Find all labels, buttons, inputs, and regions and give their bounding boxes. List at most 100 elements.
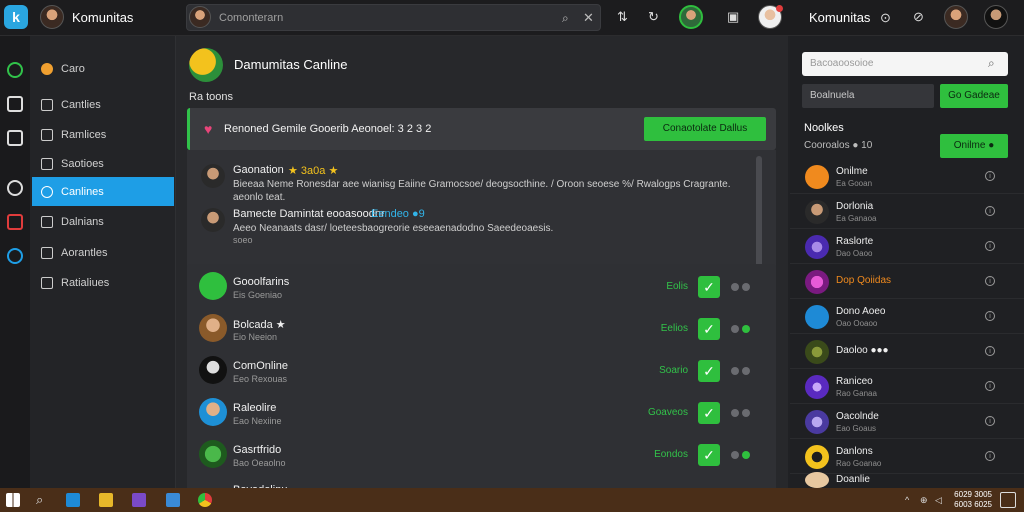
post-tag[interactable]: Eendeo ●9	[371, 208, 425, 220]
right-search-bar[interactable]: Bacoaoosoioe ⌕	[802, 52, 1008, 76]
avatar	[805, 235, 829, 259]
avatar[interactable]	[199, 356, 227, 384]
search-icon[interactable]: ⌕	[36, 492, 43, 508]
friend-avatar-2[interactable]	[984, 5, 1008, 29]
nav-item-icon	[41, 62, 53, 75]
user-avatar[interactable]	[40, 5, 64, 29]
nav-item-caro[interactable]: Caro	[32, 54, 174, 83]
member-sub: Eis Goeniao	[233, 290, 283, 300]
info-icon[interactable]: i	[985, 171, 995, 181]
nav-item-saotioes[interactable]: Saotioes	[32, 149, 174, 178]
folder-icon[interactable]	[99, 493, 113, 507]
list-item[interactable]: Raniceo Rao Ganaa i	[790, 370, 1024, 404]
app-icon-2[interactable]	[166, 493, 180, 507]
profile-avatar-green[interactable]	[679, 5, 703, 29]
toggle[interactable]	[731, 324, 755, 334]
list-item[interactable]: Dono Aoeo Oao Ooaoo i	[790, 300, 1024, 334]
go-button[interactable]: Go Gadeae	[940, 84, 1008, 108]
avatar[interactable]	[199, 398, 227, 426]
right-filter-input[interactable]: Boalnuela	[802, 84, 934, 108]
windows-start-icon[interactable]	[6, 493, 20, 507]
friend-avatar-1[interactable]	[944, 5, 968, 29]
approve-checkbox[interactable]: ✓	[698, 402, 720, 424]
clock-icon[interactable]	[7, 180, 23, 196]
search-icon[interactable]: ⌕	[562, 11, 569, 26]
approve-checkbox[interactable]: ✓	[698, 444, 720, 466]
taskview-icon[interactable]	[66, 493, 80, 507]
chrome-icon[interactable]	[198, 493, 212, 507]
approve-checkbox[interactable]: ✓	[698, 276, 720, 298]
member-name[interactable]: Gooolfarins	[233, 276, 289, 288]
list-item[interactable]: Oacolnde Eao Goaus i	[790, 405, 1024, 439]
avatar[interactable]	[201, 164, 225, 188]
list-item-name: Danlons	[836, 446, 873, 457]
calendar-icon[interactable]	[7, 130, 23, 146]
app-title: Komunitas	[72, 10, 134, 25]
tray-chevron-icon[interactable]: ^	[905, 495, 909, 505]
approve-checkbox[interactable]: ✓	[698, 360, 720, 382]
close-icon[interactable]: ✕	[583, 10, 594, 26]
toggle[interactable]	[731, 282, 755, 292]
info-icon[interactable]: i	[985, 276, 995, 286]
avatar[interactable]	[201, 208, 225, 232]
sync-icon[interactable]: ↻	[648, 9, 659, 25]
notification-center-icon[interactable]	[1000, 492, 1016, 508]
notification-icon[interactable]: ⇅	[617, 9, 628, 25]
avatar[interactable]	[199, 272, 227, 300]
member-name[interactable]: Gasrtfrido	[233, 444, 281, 456]
online-button[interactable]: Onilme ●	[940, 134, 1008, 158]
list-item[interactable]: Onilme Ea Gooan i	[790, 160, 1024, 194]
list-item[interactable]: Dorlonia Ea Ganaoa i	[790, 195, 1024, 229]
app-logo-icon[interactable]: k	[4, 5, 28, 29]
mute-icon[interactable]: ⊘	[913, 9, 924, 25]
system-clock[interactable]: 6029 3005 6003 6025	[952, 490, 992, 510]
search-icon[interactable]: ⌕	[988, 56, 995, 71]
member-name[interactable]: Bolcada ★	[233, 318, 286, 331]
info-icon[interactable]: i	[985, 451, 995, 461]
nav-item-dalnians[interactable]: Dalnians	[32, 207, 174, 236]
search-bar[interactable]: Comonterarn ⌕ ✕	[186, 4, 601, 31]
list-item[interactable]: Danlons Rao Goanao i	[790, 440, 1024, 474]
info-icon[interactable]: i	[985, 381, 995, 391]
nav-item-aorantles[interactable]: Aorantles	[32, 238, 174, 267]
right-search-input[interactable]: Bacoaoosoioe	[810, 58, 873, 69]
network-icon[interactable]: ⊕	[920, 495, 928, 506]
member-name[interactable]: ComOnline	[233, 360, 288, 372]
info-icon[interactable]: i	[985, 311, 995, 321]
message-icon[interactable]: ▣	[727, 9, 739, 25]
nav-item-cantlies[interactable]: Cantlies	[32, 90, 174, 119]
heart-icon: ♥	[204, 121, 213, 137]
toggle[interactable]	[731, 450, 755, 460]
member-name[interactable]: Raleolire	[233, 402, 276, 414]
list-item[interactable]: Daoloo ●●● i	[790, 335, 1024, 369]
community-logo-icon	[189, 48, 223, 82]
toggle[interactable]	[731, 366, 755, 376]
list-item[interactable]: Doanlie	[790, 472, 1024, 488]
list-item[interactable]: Raslorte Dao Oaoo i	[790, 230, 1024, 264]
list-item[interactable]: Dop Qoiidas i	[790, 265, 1024, 299]
status-badge: Eelios	[660, 323, 688, 334]
post-author[interactable]: Gaonation	[233, 164, 284, 176]
avatar[interactable]	[199, 314, 227, 342]
info-icon[interactable]: i	[985, 416, 995, 426]
search-input[interactable]: Comonterarn	[219, 12, 283, 24]
banner-button[interactable]: Conaotolate Dallus	[644, 117, 766, 141]
globe-icon[interactable]	[7, 248, 23, 264]
home-icon[interactable]	[7, 62, 23, 78]
app-icon[interactable]	[132, 493, 146, 507]
icon-rail	[0, 36, 30, 488]
info-icon[interactable]: i	[985, 241, 995, 251]
toggle[interactable]	[731, 408, 755, 418]
right-title-icon: ⊙	[880, 10, 891, 25]
nav-item-ratialiues[interactable]: Ratialiues	[32, 268, 174, 297]
nav-item-ramlices[interactable]: Ramlices	[32, 120, 174, 149]
avatar[interactable]	[199, 440, 227, 468]
volume-icon[interactable]: ◁	[935, 495, 942, 506]
camera-icon[interactable]	[7, 96, 23, 112]
approve-checkbox[interactable]: ✓	[698, 318, 720, 340]
alert-icon[interactable]	[7, 214, 23, 230]
nav-item-canlines[interactable]: Canlines	[32, 177, 174, 206]
info-icon[interactable]: i	[985, 346, 995, 356]
post-author[interactable]: Bamecte Damintat eooasoodnr	[233, 208, 385, 220]
info-icon[interactable]: i	[985, 206, 995, 216]
